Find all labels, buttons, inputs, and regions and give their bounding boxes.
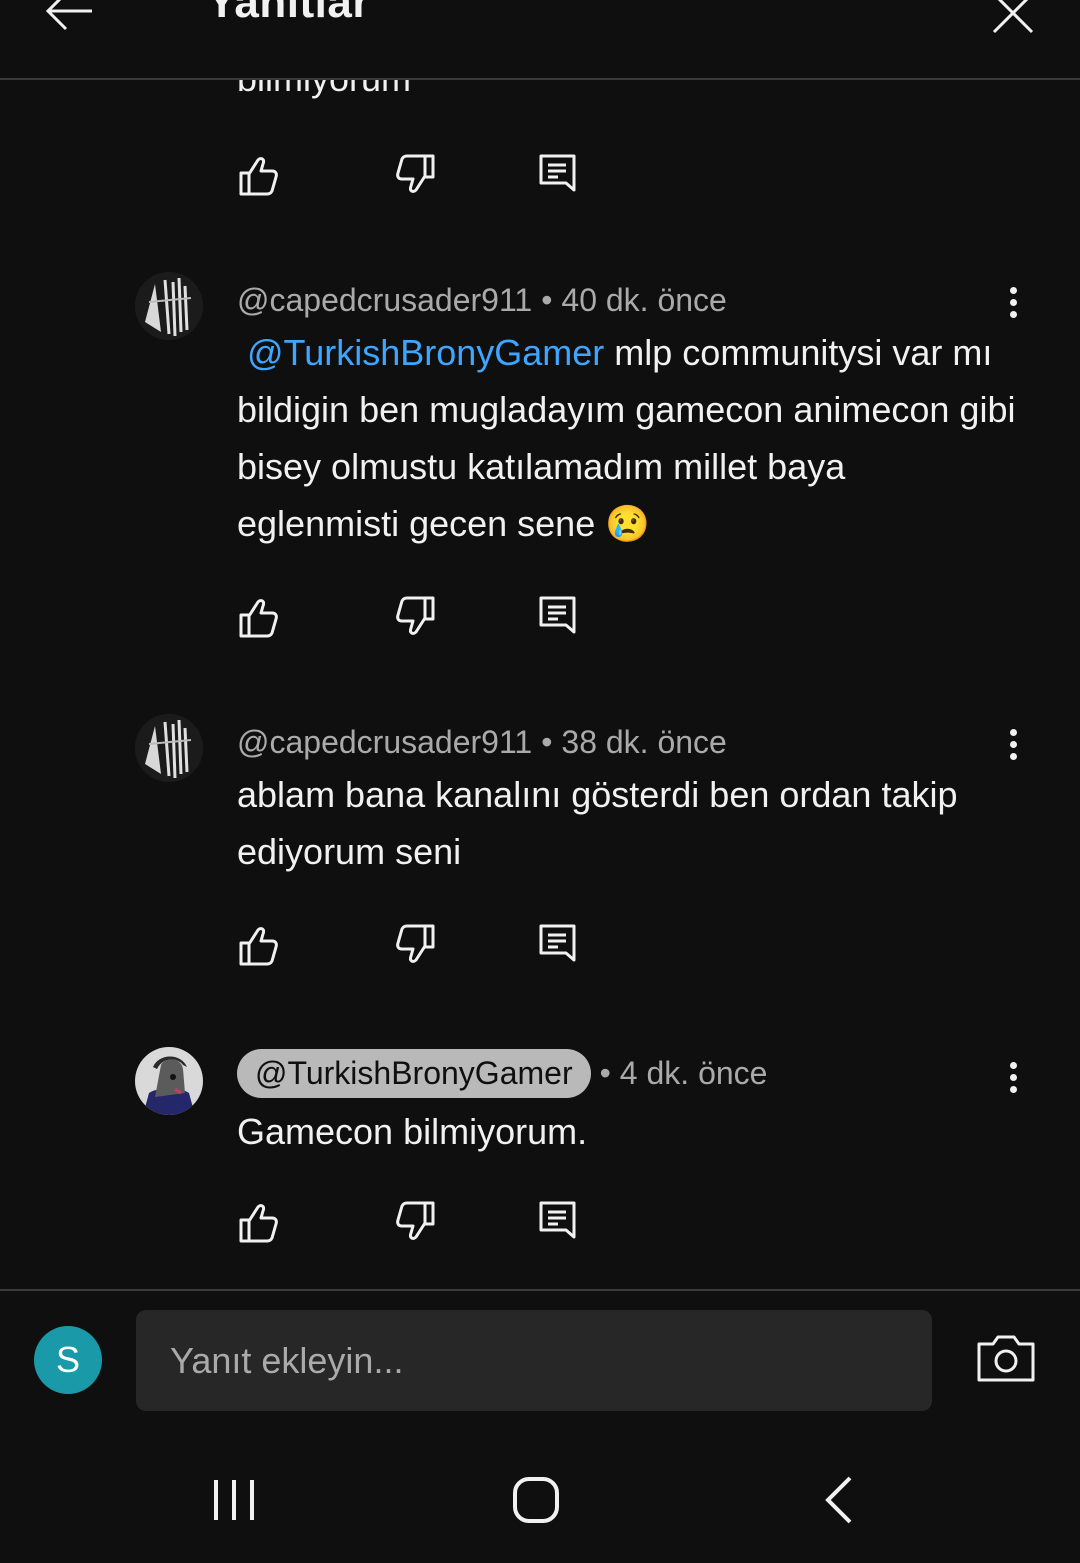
avatar-image [135,1047,203,1115]
meta-separator: • [541,281,553,318]
comment-meta: @capedcrusader911 • 40 dk. önce [237,272,727,328]
dislike-button[interactable] [392,1197,442,1247]
like-button[interactable] [232,150,282,200]
comment-author-chip[interactable]: @TurkishBronyGamer [237,1048,591,1098]
close-button[interactable] [988,0,1038,36]
recent-apps-icon [214,1480,254,1520]
reply-input[interactable] [136,1310,932,1411]
top-app-bar: Yanıtlar [0,0,1080,80]
close-icon [992,0,1034,34]
home-icon [513,1477,559,1523]
thumbs-down-icon [396,1201,435,1240]
comment-meta: @TurkishBronyGamer • 4 dk. önce [237,1045,767,1101]
avatar[interactable] [135,1047,203,1115]
avatar[interactable] [135,272,203,340]
comment-actions [232,920,592,970]
reply-button[interactable] [532,150,582,200]
comment-text: @TurkishBronyGamer mlp communitysi var m… [237,324,1017,552]
thumbs-up-icon [239,1204,278,1243]
like-button[interactable] [232,592,282,642]
thumbs-up-icon [239,599,278,638]
reply-button[interactable] [532,1197,582,1247]
avatar-image [135,714,203,782]
back-icon [825,1476,852,1524]
comment-time: 40 dk. önce [561,281,727,318]
more-options-button[interactable] [998,1057,1028,1107]
avatar[interactable] [135,714,203,782]
more-vert-icon [998,1062,1028,1093]
reply-icon [539,154,576,192]
recent-apps-button[interactable] [205,1472,265,1528]
thumbs-down-icon [396,596,435,635]
comment-actions [232,1197,592,1247]
more-vert-icon [998,287,1028,318]
reply-icon [539,1201,576,1239]
reply-button[interactable] [532,920,582,970]
comment-actions [232,150,592,200]
current-user-avatar[interactable]: S [34,1326,102,1394]
avatar-image [135,272,203,340]
comment-text: ablam bana kanalını gösterdi ben ordan t… [237,774,958,872]
system-nav-bar [0,1440,1080,1563]
reply-icon [539,596,576,634]
meta-separator: • [541,723,553,760]
meta-separator: • [599,1054,611,1091]
comment-time: 4 dk. önce [619,1054,768,1091]
home-button[interactable] [506,1472,566,1528]
camera-icon [977,1335,1035,1382]
comment-time: 38 dk. önce [561,723,727,760]
dislike-button[interactable] [392,920,442,970]
arrow-left-icon [45,0,92,31]
like-button[interactable] [232,920,282,970]
comment-actions [232,592,592,642]
reply-button[interactable] [532,592,582,642]
camera-button[interactable] [976,1334,1036,1384]
page-title: Yanıtlar [207,0,370,27]
comment-text: Gamecon bilmiyorum. [237,1111,588,1152]
divider [0,1289,1080,1291]
dislike-button[interactable] [392,150,442,200]
like-button[interactable] [232,1197,282,1247]
more-vert-icon [998,729,1028,760]
mention-link[interactable]: @TurkishBronyGamer [247,332,604,373]
thumbs-up-icon [239,157,278,196]
thumbs-down-icon [396,154,435,193]
reply-icon [539,924,576,962]
thumbs-down-icon [396,924,435,963]
dislike-button[interactable] [392,592,442,642]
back-arrow-button[interactable] [40,0,100,36]
comment-meta: @capedcrusader911 • 38 dk. önce [237,714,727,770]
comment-author[interactable]: @capedcrusader911 [237,282,532,319]
back-button[interactable] [812,1472,872,1528]
comment-author[interactable]: @capedcrusader911 [237,724,532,761]
thumbs-up-icon [239,927,278,966]
